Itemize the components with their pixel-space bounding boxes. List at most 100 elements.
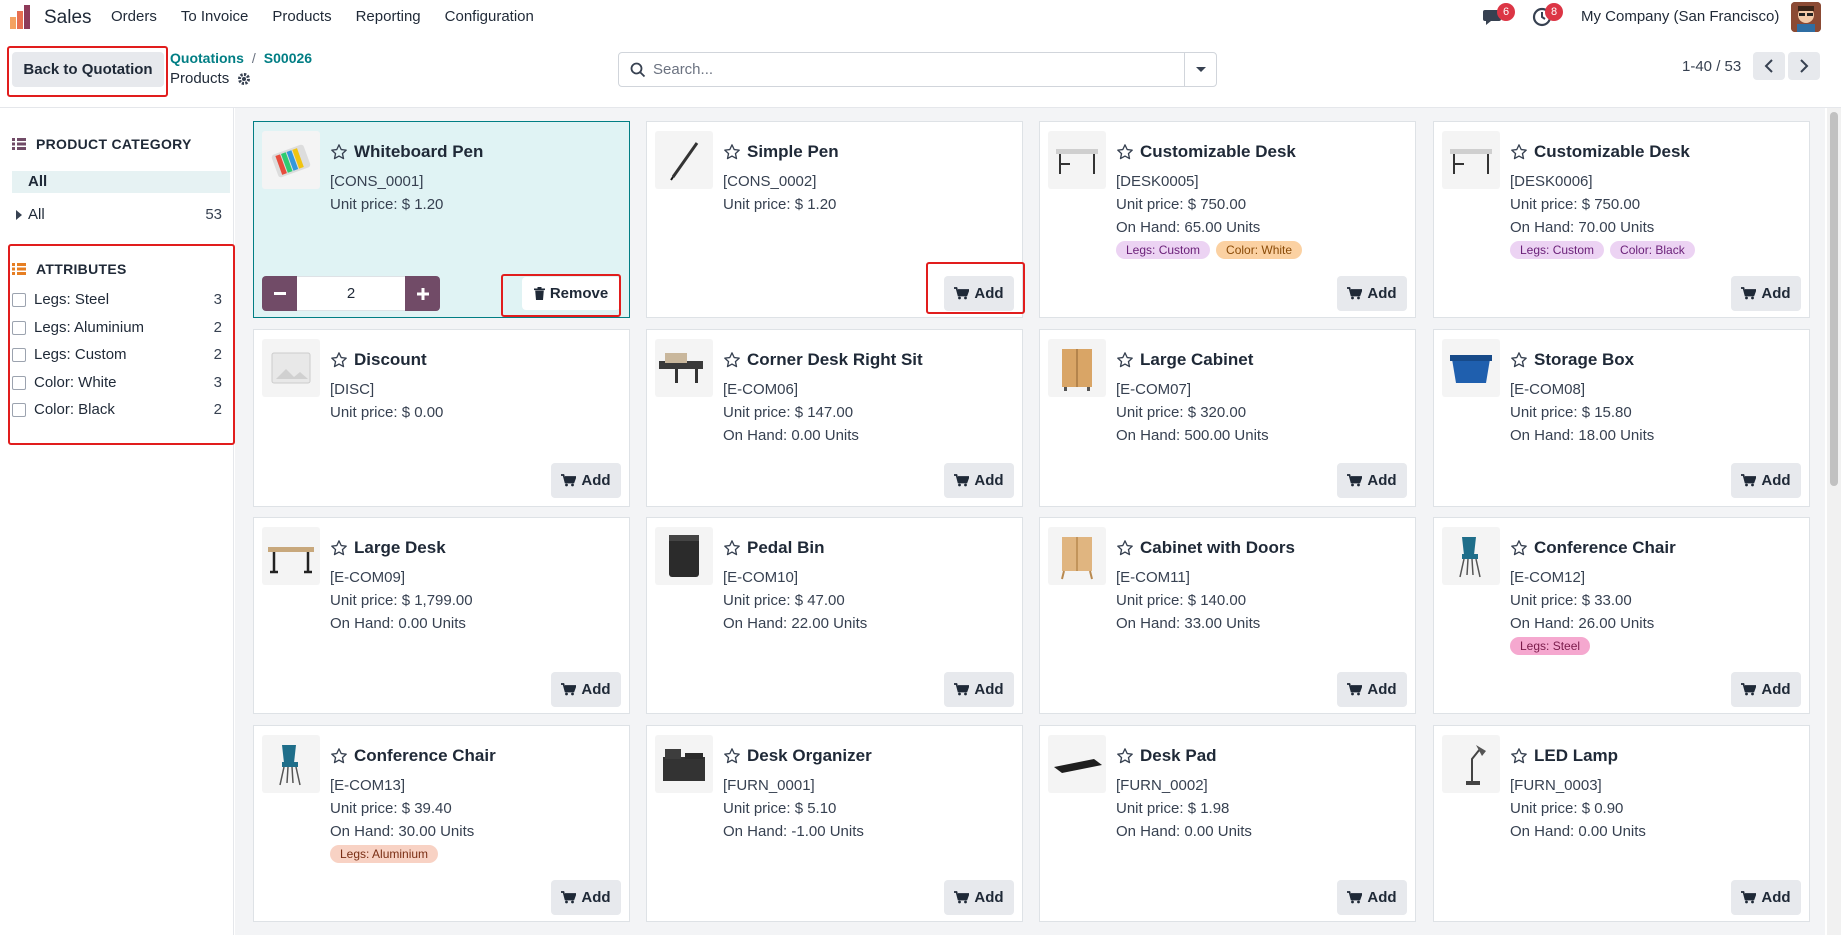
search-bar[interactable]	[618, 52, 1217, 87]
menu-configuration[interactable]: Configuration	[445, 8, 534, 25]
add-button[interactable]: Add	[1731, 463, 1801, 498]
star-icon[interactable]	[1116, 143, 1134, 161]
add-button[interactable]: Add	[944, 880, 1014, 915]
placeholder-image-icon	[262, 339, 320, 397]
star-icon[interactable]	[330, 747, 348, 765]
menu-orders[interactable]: Orders	[111, 8, 157, 25]
product-tags: Legs: Aluminium	[330, 845, 439, 863]
star-icon[interactable]	[723, 539, 741, 557]
attribute-color-black[interactable]: Color: Black 2	[12, 400, 222, 420]
chevron-left-icon	[1764, 59, 1773, 73]
menu-reporting[interactable]: Reporting	[356, 8, 421, 25]
star-icon[interactable]	[1116, 539, 1134, 557]
add-button[interactable]: Add	[1337, 276, 1407, 311]
product-unit-price: Unit price: $ 47.00	[723, 592, 845, 609]
product-card[interactable]: Customizable Desk [DESK0005] Unit price: $…	[1039, 121, 1416, 318]
star-icon[interactable]	[330, 143, 348, 161]
product-card[interactable]: Pedal Bin [E-COM10] Unit price: $ 47.00 On …	[646, 517, 1023, 714]
add-button[interactable]: Add	[1731, 880, 1801, 915]
add-button[interactable]: Add	[1337, 672, 1407, 707]
attribute-legs-aluminium[interactable]: Legs: Aluminium 2	[12, 318, 222, 338]
breadcrumb-order[interactable]: S00026	[264, 50, 312, 66]
remove-button[interactable]: Remove	[522, 277, 620, 310]
chair-icon	[1442, 527, 1500, 585]
menu-to-invoice[interactable]: To Invoice	[181, 8, 249, 25]
product-card[interactable]: Storage Box [E-COM08] Unit price: $ 15.80 O…	[1433, 329, 1810, 507]
company-switcher[interactable]: My Company (San Francisco)	[1581, 8, 1779, 25]
checkbox[interactable]	[12, 403, 26, 417]
product-name-row: Large Cabinet	[1116, 350, 1253, 370]
product-card[interactable]: Conference Chair [E-COM13] Unit price: $ 3…	[253, 725, 630, 922]
product-name-row: Conference Chair	[330, 746, 496, 766]
checkbox[interactable]	[12, 293, 26, 307]
checkbox[interactable]	[12, 348, 26, 362]
attribute-color-white[interactable]: Color: White 3	[12, 373, 222, 393]
product-card[interactable]: Whiteboard Pen [CONS_0001] Unit price: $ 1…	[253, 121, 630, 318]
star-icon[interactable]	[1510, 747, 1528, 765]
star-icon[interactable]	[1116, 351, 1134, 369]
star-icon[interactable]	[1510, 539, 1528, 557]
add-button[interactable]: Add	[1337, 880, 1407, 915]
product-card[interactable]: Customizable Desk [DESK0006] Unit price: $…	[1433, 121, 1810, 318]
star-icon[interactable]	[723, 351, 741, 369]
star-icon[interactable]	[1116, 747, 1134, 765]
increase-quantity-button[interactable]	[405, 276, 440, 311]
star-icon[interactable]	[330, 351, 348, 369]
pager-previous[interactable]	[1753, 52, 1785, 80]
search-input[interactable]	[653, 53, 1173, 86]
product-card[interactable]: Desk Pad [FURN_0002] Unit price: $ 1.98 On …	[1039, 725, 1416, 922]
star-icon[interactable]	[1510, 351, 1528, 369]
checkbox[interactable]	[12, 376, 26, 390]
caret-right-icon[interactable]	[16, 210, 22, 220]
add-button[interactable]: Add	[1731, 276, 1801, 311]
product-card[interactable]: Discount [DISC] Unit price: $ 0.00 Add	[253, 329, 630, 507]
product-card[interactable]: LED Lamp [FURN_0003] Unit price: $ 0.90 On …	[1433, 725, 1810, 922]
product-card[interactable]: Desk Organizer [FURN_0001] Unit price: $ 5…	[646, 725, 1023, 922]
attribute-legs-custom[interactable]: Legs: Custom 2	[12, 345, 222, 365]
product-card[interactable]: Simple Pen [CONS_0002] Unit price: $ 1.20 A…	[646, 121, 1023, 318]
search-options-toggle[interactable]	[1184, 53, 1216, 86]
product-on-hand: On Hand: 0.00 Units	[330, 615, 466, 632]
product-card[interactable]: Large Desk [E-COM09] Unit price: $ 1,799.0…	[253, 517, 630, 714]
add-button[interactable]: Add	[1731, 672, 1801, 707]
product-card[interactable]: Large Cabinet [E-COM07] Unit price: $ 320.…	[1039, 329, 1416, 507]
scrollbar[interactable]	[1827, 108, 1841, 935]
scrollbar-thumb[interactable]	[1830, 112, 1838, 486]
product-card[interactable]: Corner Desk Right Sit [E-COM06] Unit price…	[646, 329, 1023, 507]
back-to-quotation-button[interactable]: Back to Quotation	[12, 52, 164, 87]
decrease-quantity-button[interactable]	[262, 276, 297, 311]
add-button[interactable]: Add	[551, 880, 621, 915]
category-all-active[interactable]: All	[12, 171, 230, 193]
category-title-text: PRODUCT CATEGORY	[36, 136, 192, 152]
star-icon[interactable]	[723, 747, 741, 765]
star-icon[interactable]	[723, 143, 741, 161]
product-name-row: Whiteboard Pen	[330, 142, 483, 162]
add-label: Add	[1367, 472, 1397, 489]
app-name[interactable]: Sales	[44, 7, 92, 29]
add-button[interactable]: Add	[944, 672, 1014, 707]
user-avatar[interactable]	[1791, 2, 1821, 32]
sales-app-icon[interactable]	[8, 5, 34, 29]
breadcrumb-quotations[interactable]: Quotations	[170, 50, 244, 66]
star-icon[interactable]	[330, 539, 348, 557]
checkbox[interactable]	[12, 321, 26, 335]
attribute-legs-steel[interactable]: Legs: Steel 3	[12, 290, 222, 310]
product-card[interactable]: Conference Chair [E-COM12] Unit price: $ 3…	[1433, 517, 1810, 714]
quantity-input[interactable]	[297, 276, 405, 311]
product-name: Whiteboard Pen	[354, 142, 484, 161]
large-desk-icon	[262, 527, 320, 585]
add-button[interactable]: Add	[944, 463, 1014, 498]
add-button[interactable]: Add	[551, 672, 621, 707]
menu-products[interactable]: Products	[272, 8, 331, 25]
pager-next[interactable]	[1788, 52, 1820, 80]
desk-icon	[1048, 131, 1106, 189]
cart-icon	[954, 474, 970, 487]
pager-value[interactable]: 1-40 / 53	[1682, 58, 1741, 75]
add-button[interactable]: Add	[551, 463, 621, 498]
gear-icon[interactable]	[237, 72, 251, 86]
add-button[interactable]: Add	[1337, 463, 1407, 498]
star-icon[interactable]	[1510, 143, 1528, 161]
product-card[interactable]: Cabinet with Doors [E-COM11] Unit price: $…	[1039, 517, 1416, 714]
desk-pad-icon	[1048, 735, 1106, 793]
add-button[interactable]: Add	[944, 276, 1014, 311]
